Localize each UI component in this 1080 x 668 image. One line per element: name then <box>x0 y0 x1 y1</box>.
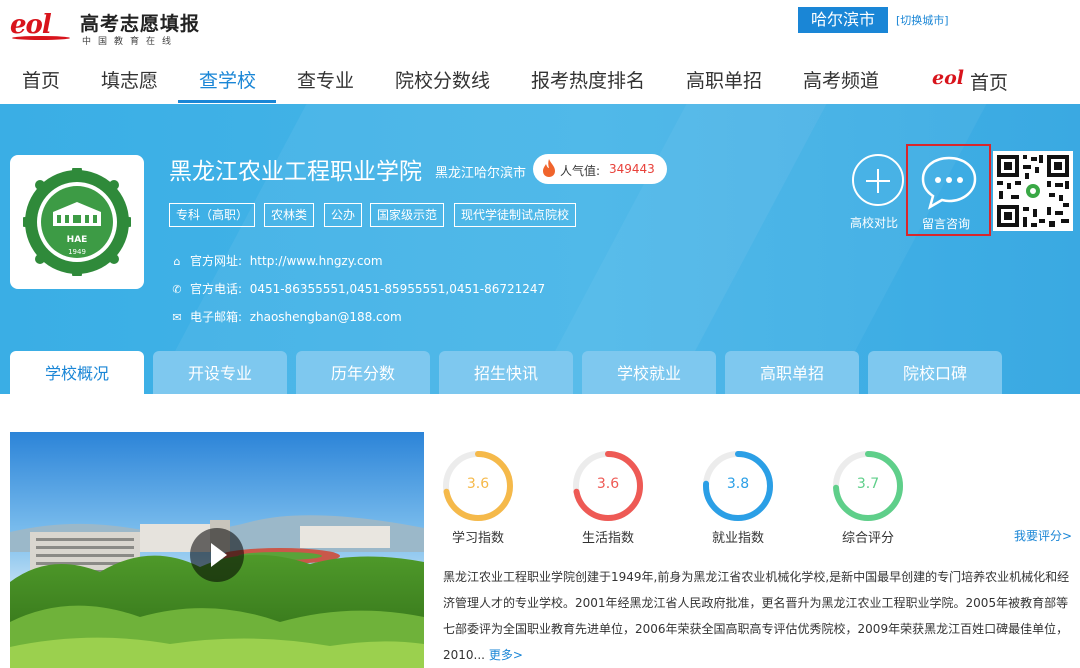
logo-swoosh <box>12 36 70 40</box>
phone-numbers: 0451-86355551,0451-85955551,0451-8672124… <box>249 282 546 296</box>
tag-apprenticeship-pilot[interactable]: 现代学徒制试点院校 <box>454 203 577 227</box>
school-description: 黑龙江农业工程职业学院创建于1949年,前身为黑龙江省农业机械化学校,是新中国最… <box>443 564 1078 668</box>
popularity-label: 人气值: <box>560 164 601 178</box>
gauge-life-value-wrap: 3.6 <box>572 450 644 522</box>
flame-icon <box>543 159 555 177</box>
tag-national-model[interactable]: 国家级示范 <box>370 203 445 227</box>
chat-bubble-icon <box>921 156 977 210</box>
school-emblem: HAE 1949 <box>10 155 144 289</box>
school-name: 黑龙江农业工程职业学院 <box>169 159 422 185</box>
popularity-badge: 人气值: 349443 <box>533 154 667 184</box>
email-label: 电子邮箱: <box>190 310 243 324</box>
emblem-year: 1949 <box>68 248 86 256</box>
tab-vocational-admission[interactable]: 高职单招 <box>725 351 859 394</box>
nav-item-fill-application[interactable]: 填志愿 <box>101 66 158 93</box>
school-banner: HAE 1949 黑龙江农业工程职业学院 黑龙江哈尔滨市 人气值: 349443… <box>0 104 1080 394</box>
gauge-life-label: 生活指数 <box>581 531 634 546</box>
gauge-employment-value: 3.8 <box>726 476 750 492</box>
tab-reputation[interactable]: 院校口碑 <box>868 351 1002 394</box>
brand-subtitle: 中国教育在线 <box>82 37 179 47</box>
read-more-link[interactable]: 更多> <box>489 648 523 662</box>
tab-past-scores[interactable]: 历年分数 <box>296 351 430 394</box>
tag-ownership[interactable]: 公办 <box>324 203 363 227</box>
tab-school-overview[interactable]: 学校概况 <box>10 351 144 394</box>
rate-school-link[interactable]: 我要评分> <box>1014 527 1072 544</box>
tab-employment[interactable]: 学校就业 <box>582 351 716 394</box>
phone-icon: ✆ <box>172 283 182 296</box>
gauge-life-value: 3.6 <box>596 476 620 492</box>
eol-home-link[interactable]: 首页 <box>970 68 1008 95</box>
gauge-study-label: 学习指数 <box>451 531 504 546</box>
gauge-overall-label: 综合评分 <box>841 531 894 546</box>
consult-label: 留言咨询 <box>922 217 971 231</box>
email-row: ✉ 电子邮箱: zhaoshengban@188.com <box>170 308 402 325</box>
current-city-button[interactable]: 哈尔滨市 <box>798 7 888 33</box>
message-consult-button[interactable]: 留言咨询 <box>906 144 991 236</box>
website-link[interactable]: http://www.hngzy.com <box>250 254 383 268</box>
top-header: eol 高考志愿填报 中国教育在线 哈尔滨市 [切换城市] <box>0 0 1080 50</box>
gauge-study-value: 3.6 <box>466 476 490 492</box>
nav-item-gaokao-channel[interactable]: 高考频道 <box>803 66 879 93</box>
compare-schools-button[interactable]: 高校对比 <box>850 154 908 234</box>
nav-item-search-school[interactable]: 查学校 <box>199 66 256 93</box>
plus-icon <box>852 154 904 206</box>
gauge-overall-value-wrap: 3.7 <box>832 450 904 522</box>
description-text: 黑龙江农业工程职业学院创建于1949年,前身为黑龙江省农业机械化学校,是新中国最… <box>443 570 1070 662</box>
tag-level[interactable]: 专科（高职） <box>169 203 256 227</box>
gauge-employment-label: 就业指数 <box>711 531 764 546</box>
play-icon[interactable] <box>190 528 244 582</box>
switch-city-link[interactable]: [切换城市] <box>896 12 949 28</box>
emblem-initials: HAE <box>67 235 88 245</box>
phone-label: 官方电话: <box>190 282 243 296</box>
home-icon: ⌂ <box>173 255 181 268</box>
website-label: 官方网址: <box>190 254 243 268</box>
phone-row: ✆ 官方电话: 0451-86355551,0451-85955551,0451-… <box>170 280 545 297</box>
gauge-study-value-wrap: 3.6 <box>442 450 514 522</box>
tab-majors[interactable]: 开设专业 <box>153 351 287 394</box>
tag-category[interactable]: 农林类 <box>264 203 315 227</box>
eol-home-logo[interactable]: eol <box>932 67 964 89</box>
nav-item-vocational-admission[interactable]: 高职单招 <box>686 66 762 93</box>
nav-active-indicator <box>178 100 276 103</box>
email-address: zhaoshengban@188.com <box>249 310 402 324</box>
mail-icon: ✉ <box>172 311 182 324</box>
brand-title: 高考志愿填报 <box>80 13 201 35</box>
nav-item-search-major[interactable]: 查专业 <box>297 66 354 93</box>
campus-video-thumbnail[interactable] <box>10 432 424 668</box>
main-nav: 首页 填志愿 查学校 查专业 院校分数线 报考热度排名 高职单招 高考频道 eo… <box>0 52 1080 104</box>
nav-item-popularity-ranking[interactable]: 报考热度排名 <box>531 66 645 93</box>
qr-code-icon <box>997 155 1069 227</box>
school-location: 黑龙江哈尔滨市 <box>435 166 527 181</box>
tab-admission-news[interactable]: 招生快讯 <box>439 351 573 394</box>
school-emblem-icon: HAE 1949 <box>23 168 131 276</box>
nav-item-score-lines[interactable]: 院校分数线 <box>395 66 490 93</box>
gauge-overall-value: 3.7 <box>856 476 880 492</box>
popularity-value: 349443 <box>609 162 655 176</box>
gauge-employment-value-wrap: 3.8 <box>702 450 774 522</box>
site-logo[interactable]: eol 高考志愿填报 中国教育在线 <box>10 6 210 47</box>
qr-code <box>993 151 1073 231</box>
nav-item-home[interactable]: 首页 <box>22 66 60 93</box>
compare-label: 高校对比 <box>850 216 899 230</box>
website-row: ⌂ 官方网址: http://www.hngzy.com <box>170 252 383 269</box>
